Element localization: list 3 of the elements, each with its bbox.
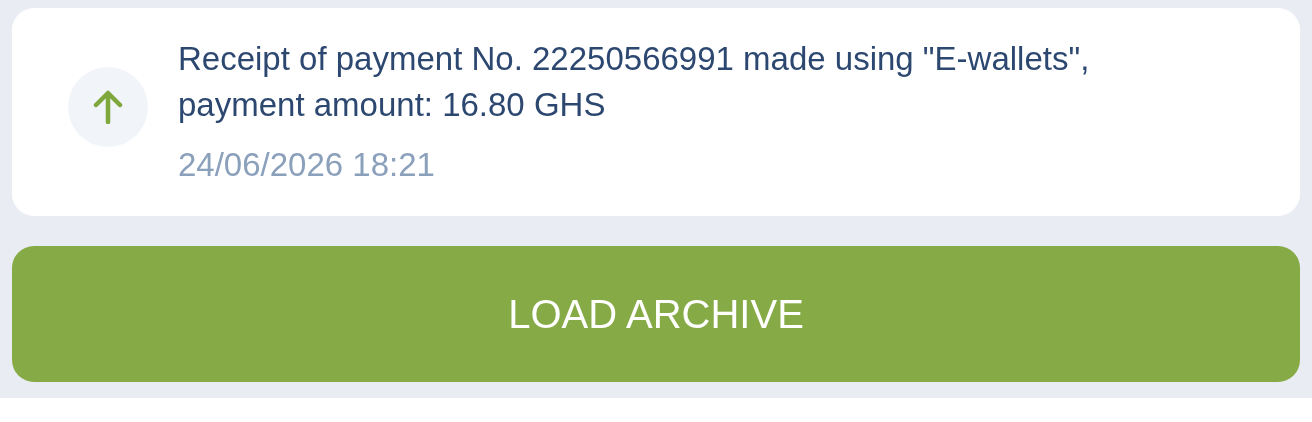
load-archive-button[interactable]: LOAD ARCHIVE bbox=[12, 246, 1300, 382]
notification-time: 24/06/2026 18:21 bbox=[178, 145, 436, 185]
notification-message: Receipt of payment No. 22250566991 made using "E-wallets", payment amount: 16.80 GHS bbox=[178, 39, 1091, 125]
